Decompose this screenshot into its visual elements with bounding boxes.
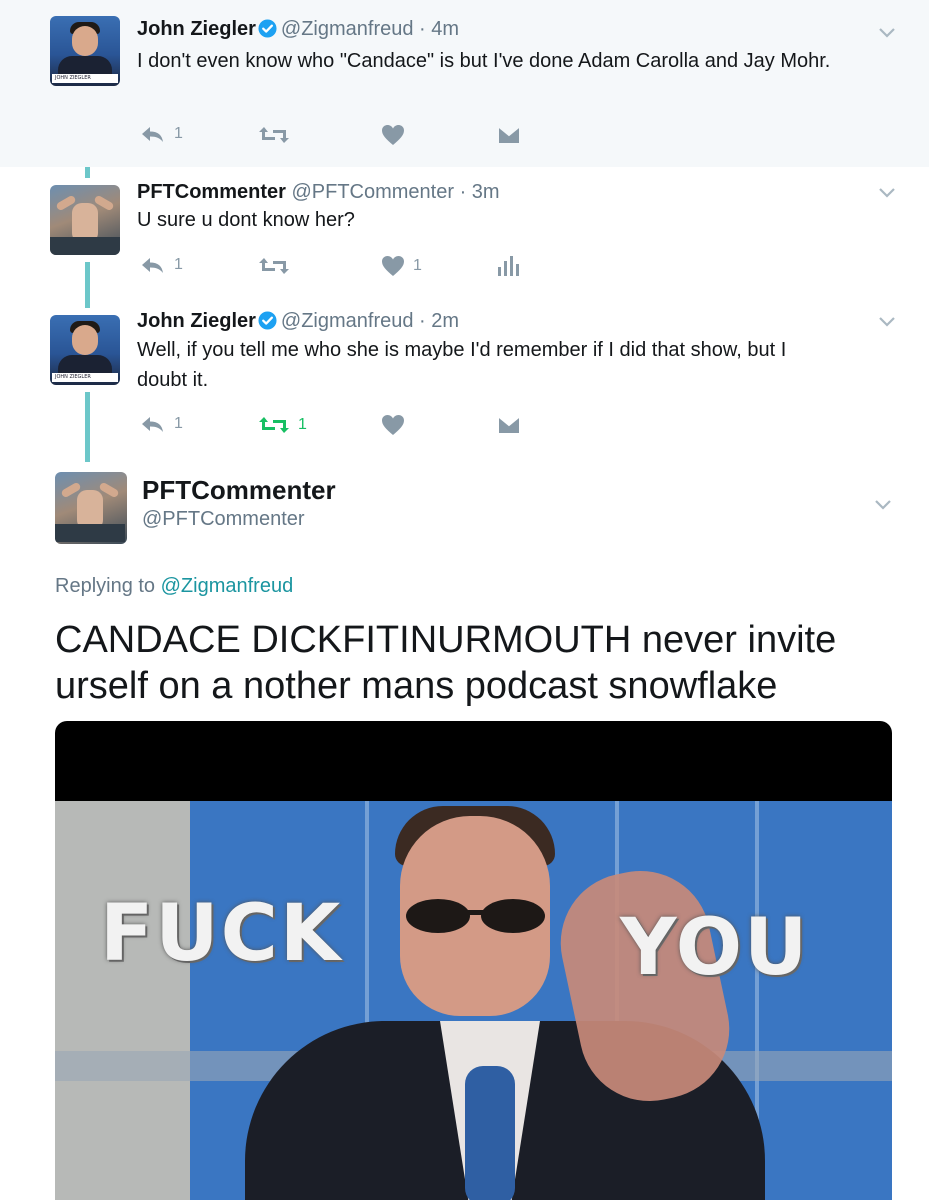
- direct-message-button[interactable]: [497, 124, 521, 146]
- verified-icon: [258, 311, 277, 330]
- direct-message-button[interactable]: [497, 414, 521, 436]
- tweet-text: I don't even know who "Candace" is but I…: [137, 50, 831, 72]
- reply-icon: [142, 258, 163, 273]
- heart-icon: [382, 125, 404, 145]
- chevron-down-icon[interactable]: [877, 315, 897, 329]
- avatar-badge: JOHN ZIEGLER: [52, 373, 118, 382]
- thread-tweet[interactable]: PFTCommenter @PFTCommenter · 3m U sure u…: [0, 167, 929, 297]
- retweet-count: 1: [298, 416, 307, 433]
- replying-prefix: Replying to: [55, 575, 156, 597]
- chevron-down-icon[interactable]: [877, 186, 897, 200]
- retweet-icon: [259, 258, 289, 274]
- tweet-header: John Ziegler @Zigmanfreud · 2m: [137, 310, 459, 333]
- author-handle[interactable]: @Zigmanfreud: [281, 18, 414, 40]
- reply-button[interactable]: 1: [140, 255, 183, 275]
- reply-button[interactable]: 1: [140, 414, 183, 434]
- tweet-time[interactable]: · 4m: [419, 18, 459, 40]
- tweet-time[interactable]: · 2m: [419, 310, 459, 332]
- retweet-icon: [259, 127, 289, 143]
- like-button[interactable]: [381, 414, 405, 436]
- avatar[interactable]: [55, 472, 127, 544]
- retweet-icon: [259, 417, 289, 433]
- like-button[interactable]: 1: [381, 255, 422, 277]
- avatar-badge: JOHN ZIEGLER: [52, 74, 118, 83]
- thread-tweet[interactable]: JOHN ZIEGLER John Ziegler @Zigmanfreud · …: [0, 297, 929, 457]
- like-count: 1: [413, 257, 422, 274]
- chevron-down-icon[interactable]: [873, 498, 893, 512]
- retweet-button[interactable]: 1: [258, 414, 307, 436]
- tweet-text: Well, if you tell me who she is maybe I'…: [137, 339, 787, 391]
- analytics-button[interactable]: [497, 255, 519, 277]
- tweet-text: U sure u dont know her?: [137, 209, 355, 231]
- dm-icon: [497, 125, 521, 145]
- author-name[interactable]: John Ziegler: [137, 18, 256, 40]
- reply-count: 1: [174, 415, 183, 432]
- like-button[interactable]: [381, 124, 405, 146]
- reply-button[interactable]: 1: [140, 124, 183, 144]
- author-handle[interactable]: @Zigmanfreud: [281, 310, 414, 332]
- avatar[interactable]: JOHN ZIEGLER: [50, 16, 120, 86]
- verified-icon: [258, 19, 277, 38]
- replying-to: Replying to @Zigmanfreud: [55, 575, 293, 598]
- reply-icon: [142, 127, 163, 142]
- reply-icon: [142, 417, 163, 432]
- author-handle[interactable]: @PFTCommenter: [291, 181, 454, 203]
- author-name[interactable]: PFTCommenter: [142, 475, 336, 506]
- tweet-header: John Ziegler @Zigmanfreud · 4m: [137, 18, 459, 41]
- heart-icon: [382, 415, 404, 435]
- gif-caption-left: FUCK: [100, 889, 343, 979]
- replying-to-link[interactable]: @Zigmanfreud: [161, 575, 294, 597]
- author-name[interactable]: John Ziegler: [137, 310, 256, 332]
- thread-tweet[interactable]: JOHN ZIEGLER John Ziegler @Zigmanfreud · …: [0, 0, 929, 167]
- avatar[interactable]: JOHN ZIEGLER: [50, 315, 120, 385]
- chevron-down-icon[interactable]: [877, 26, 897, 40]
- analytics-icon: [498, 256, 519, 276]
- tweet-media-gif[interactable]: FUCK YOU: [55, 721, 892, 1200]
- retweet-button[interactable]: [258, 124, 290, 146]
- retweet-button[interactable]: [258, 255, 290, 277]
- heart-icon: [382, 256, 404, 276]
- tweet-header: PFTCommenter @PFTCommenter · 3m: [137, 181, 500, 204]
- gif-caption-right: YOU: [620, 903, 810, 993]
- dm-icon: [497, 415, 521, 435]
- tweet-time[interactable]: · 3m: [460, 181, 500, 203]
- author-handle[interactable]: @PFTCommenter: [142, 508, 305, 531]
- reply-count: 1: [174, 256, 183, 273]
- main-tweet-text: CANDACE DICKFITINURMOUTH never invite ur…: [55, 619, 837, 707]
- author-name[interactable]: PFTCommenter: [137, 181, 286, 203]
- reply-count: 1: [174, 125, 183, 142]
- avatar[interactable]: [50, 185, 120, 255]
